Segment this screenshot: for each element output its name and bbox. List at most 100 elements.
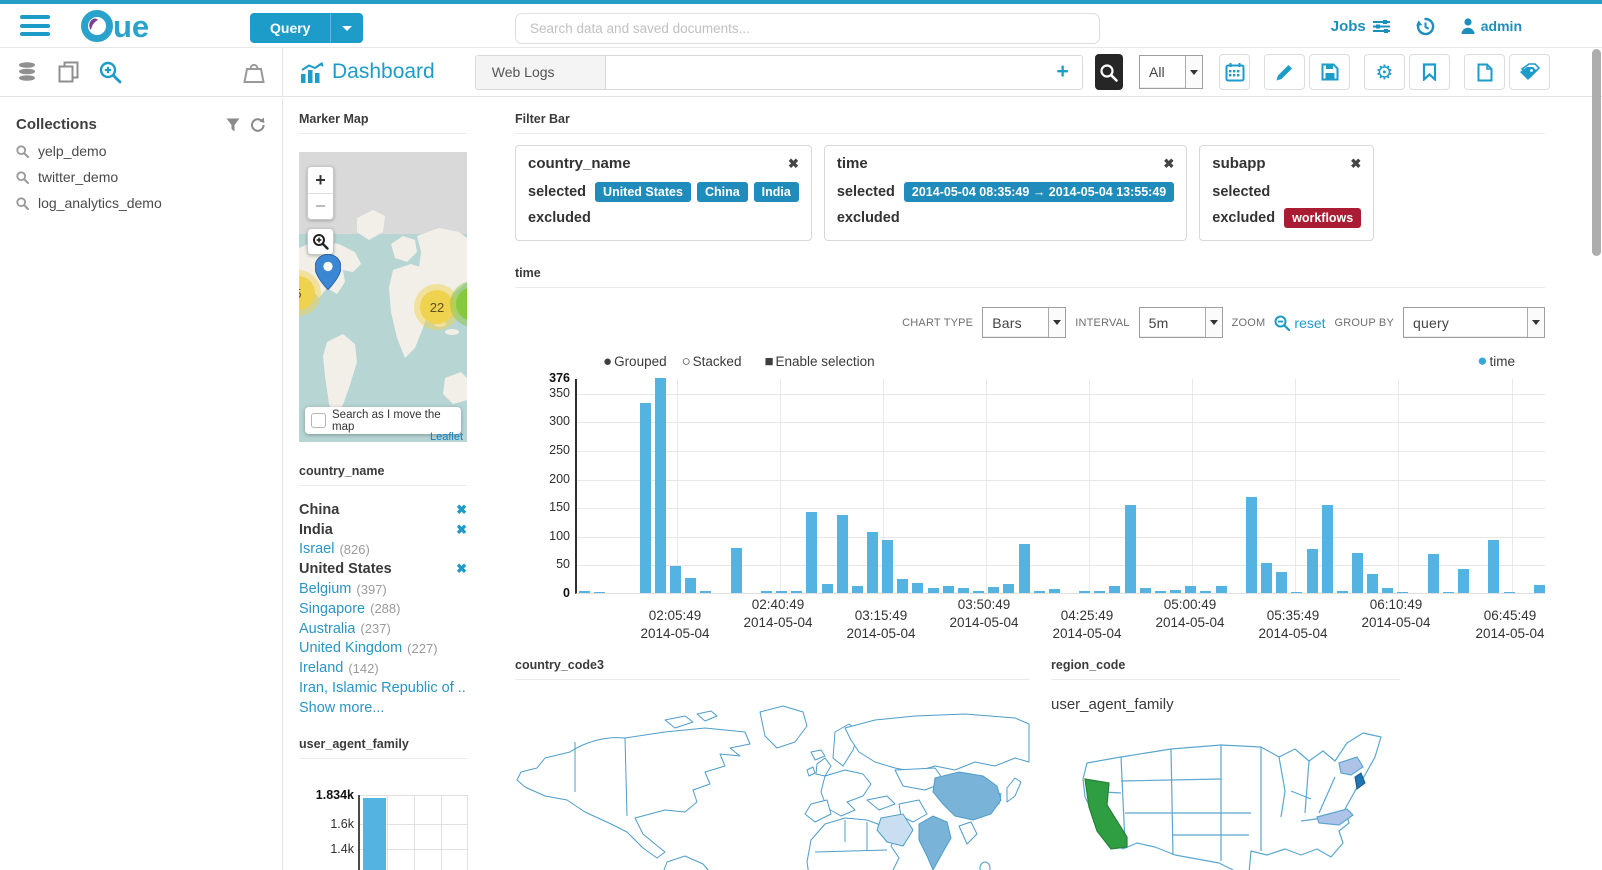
filter-value-pill[interactable]: India [753,181,799,202]
zoom-in-icon[interactable] [99,61,122,84]
facet-link[interactable]: Show more... [299,700,384,716]
remove-facet-icon[interactable]: ✖ [456,502,467,518]
legend-series-time[interactable]: ● time [1477,351,1545,371]
chart-xtick-label: 02:40:49 2014-05-04 [743,596,812,631]
chart-xtick-label: 06:10:49 2014-05-04 [1361,596,1430,631]
collection-name-box[interactable]: Web Logs [474,54,605,90]
bag-icon[interactable] [242,61,266,84]
new-document-button[interactable] [1464,54,1505,90]
filter-value-pill[interactable]: United States [595,181,691,202]
facet-link[interactable]: Ireland [299,660,343,676]
legend-grouped[interactable]: ● Grouped [603,353,667,370]
group-by-select[interactable]: query [1403,307,1545,338]
facet-item: United States ✖ [299,559,467,579]
settings-button[interactable]: ⚙ [1364,54,1405,90]
map-search-checkbox[interactable] [311,413,326,428]
chart-vgridline [780,379,781,593]
edit-button[interactable] [1264,54,1305,90]
refresh-icon[interactable] [250,117,266,133]
interval-select[interactable]: 5m [1138,307,1223,338]
dashboard-title[interactable]: Dashboard [300,60,435,84]
map-zoom-out-button[interactable]: − [308,193,333,219]
tags-button[interactable] [1509,54,1550,90]
remove-facet-icon[interactable]: ✖ [456,561,467,577]
add-fields-button[interactable]: + [1043,60,1081,84]
filter-value-pill[interactable]: workflows [1284,207,1362,228]
search-icon [16,196,29,210]
leaflet-map[interactable]: + − 5 22 2 Search as I move th [299,152,467,442]
choropleth-china[interactable] [932,771,1002,821]
calendar-button[interactable] [1219,54,1250,90]
time-widget-title: time [515,266,1545,288]
filter-selected-label: selected [1212,183,1271,200]
chart-bar [1306,548,1318,593]
filter-bar-widget: Filter Bar country_name ✖ selected United S… [515,112,1545,241]
world-map[interactable] [515,692,1030,870]
facet-item: Show more... [299,698,467,718]
save-button[interactable] [1309,54,1350,90]
filter-value-pill[interactable]: China [696,181,748,202]
xtick-time: 05:35:49 [1266,608,1320,623]
chart-bar [866,531,878,593]
time-chart-plot[interactable]: 376 350 300 250 200 150 100 50 0 [549,371,1545,600]
chart-bar [1003,584,1015,593]
dashboard-query-input[interactable] [605,55,1044,89]
database-icon[interactable] [16,61,38,83]
interval-label: INTERVAL [1075,316,1130,329]
leaflet-attribution[interactable]: Leaflet [430,431,463,442]
mini-bar[interactable] [363,798,386,870]
facet-item: Iran, Islamic Republic of ... [299,678,467,698]
timespan-select[interactable]: All [1139,55,1203,89]
copy-icon[interactable] [58,61,79,83]
map-magnify-button[interactable] [307,228,334,255]
global-search-input[interactable] [515,13,1100,44]
choropleth-india[interactable] [918,815,952,870]
query-button[interactable]: Query [250,13,364,43]
facet-link[interactable]: United Kingdom [299,640,402,656]
facet-link[interactable]: Belgium [299,581,351,597]
close-icon[interactable]: ✖ [1350,156,1361,172]
sidebar-toolbar [0,48,283,96]
legend-stacked[interactable]: ○ Stacked [682,353,742,370]
search-icon [16,144,29,158]
scrollbar-thumb[interactable] [1592,49,1601,256]
bookmark-button[interactable] [1409,54,1450,90]
marker-map-title: Marker Map [299,112,467,134]
collection-item[interactable]: yelp_demo [16,143,266,159]
hue-logo[interactable]: ue [80,9,180,44]
filter-selected-row: selected United States China India [528,181,799,202]
user-agent-mini-chart[interactable]: 1.834k 1.6k 1.4k [299,788,468,870]
us-map[interactable] [1051,721,1400,870]
facet-link[interactable]: Singapore [299,601,365,617]
save-icon [1321,63,1338,81]
page-scrollbar[interactable] [1592,49,1601,870]
chart-ytick-label: 150 [549,500,570,515]
facet-link[interactable]: Iran, Islamic Republic of ... [299,680,467,696]
collection-item[interactable]: twitter_demo [16,169,266,185]
close-icon[interactable]: ✖ [788,156,799,172]
chart-bar [1503,591,1515,593]
history-icon[interactable] [1415,17,1435,36]
facet-link[interactable]: Israel [299,541,334,557]
remove-facet-icon[interactable]: ✖ [456,522,467,538]
query-dropdown-caret[interactable] [330,13,363,43]
gear-icon: ⚙ [1375,60,1394,84]
close-icon[interactable]: ✖ [1163,156,1174,172]
chart-type-select[interactable]: Bars [982,307,1067,338]
filter-icon[interactable] [226,118,240,132]
facet-link[interactable]: Australia [299,621,355,637]
chart-ytick-label: 376 [549,371,570,385]
facet-item: Belgium (397) [299,579,467,599]
filter-value-pill[interactable]: 2014-05-04 08:35:49 → 2014-05-04 13:55:4… [903,181,1175,202]
dashboard-search-button[interactable] [1094,54,1123,90]
menu-icon[interactable] [20,15,50,37]
chart-hgridline [577,393,1545,395]
collection-item[interactable]: log_analytics_demo [16,195,266,211]
chart-bar [1488,539,1500,593]
jobs-link[interactable]: Jobs [1331,18,1390,35]
chart-bar [973,591,985,593]
legend-enable-selection[interactable]: ■ Enable selection [764,353,874,370]
zoom-reset-link[interactable]: reset [1274,315,1326,331]
map-zoom-in-button[interactable]: + [308,167,333,193]
user-menu[interactable]: admin [1461,18,1522,34]
